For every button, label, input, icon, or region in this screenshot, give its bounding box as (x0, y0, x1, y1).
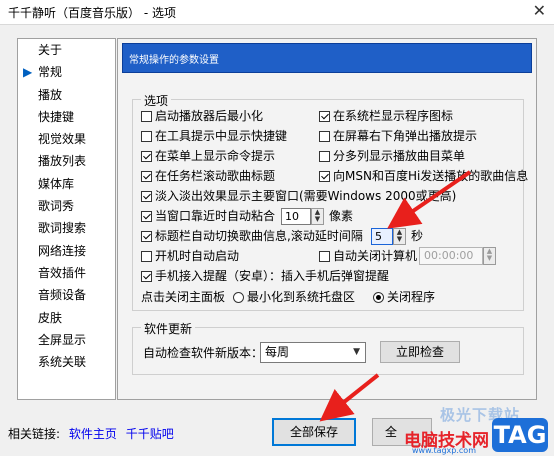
window-title: 千千静听（百度音乐版） - 选项 (8, 6, 176, 20)
checkbox-box[interactable] (319, 171, 330, 182)
related-links: 相关链接: 软件主页 千千贴吧 (8, 425, 174, 442)
sidebar-item-fullscreen[interactable]: 全屏显示 (18, 329, 115, 351)
chevron-down-icon: ▼ (353, 347, 360, 357)
radio-dot[interactable] (373, 292, 384, 303)
send-to-msn-checkbox[interactable]: 向MSN和百度Hi发送播放的歌曲信息 (319, 167, 528, 185)
taskbar-scroll-title-checkbox[interactable]: 在任务栏滚动歌曲标题 (141, 167, 275, 185)
scroll-interval-unit: 秒 (411, 229, 424, 243)
minimize-to-tray-radio[interactable]: 最小化到系统托盘区 (233, 288, 355, 306)
checkbox-box[interactable] (141, 171, 152, 182)
sidebar-item-audio-device[interactable]: 音频设备 (18, 284, 115, 306)
panel-header-title: 常规操作的参数设置 (129, 55, 219, 66)
checkbox-box[interactable] (141, 191, 152, 202)
title-scroll-checkbox[interactable]: 标题栏自动切换歌曲信息,滚动延时间隔 (141, 227, 363, 245)
software-home-link[interactable]: 软件主页 (69, 427, 117, 441)
checkbox-box[interactable] (141, 271, 152, 282)
checkbox-box[interactable] (319, 151, 330, 162)
forum-link[interactable]: 千千贴吧 (126, 427, 174, 441)
snap-distance-stepper[interactable]: ▲ ▼ (311, 208, 324, 225)
sidebar-item-visual-effects[interactable]: 视觉效果 (18, 128, 115, 150)
checkbox-box[interactable] (141, 151, 152, 162)
tooltip-hotkeys-checkbox[interactable]: 在工具提示中显示快捷键 (141, 127, 287, 145)
options-category-list: 关于 ▶ 常规 播放 快捷键 视觉效果 播放列表 媒体库 歌词秀 歌词搜索 网络连… (17, 38, 116, 400)
start-minimized-checkbox[interactable]: 启动播放器后最小化 (141, 107, 263, 125)
sidebar-item-skin[interactable]: 皮肤 (18, 307, 115, 329)
scroll-interval-input[interactable]: 5 (371, 228, 393, 245)
sidebar-item-lyrics-search[interactable]: 歌词搜索 (18, 217, 115, 239)
snap-windows-checkbox[interactable]: 当窗口靠近时自动粘合 (141, 207, 275, 225)
options-group: 选项 启动播放器后最小化 在系统栏显示程序图标 在工具提示中显示快捷键 在屏幕右… (132, 92, 528, 311)
checkbox-box[interactable] (141, 211, 152, 222)
auto-check-label: 自动检查软件新版本： (143, 346, 264, 360)
selected-arrow-icon: ▶ (23, 65, 33, 80)
sidebar-item-file-association[interactable]: 系统关联 (18, 351, 115, 373)
close-icon[interactable]: ✕ (533, 1, 546, 20)
window-titlebar: 千千静听（百度音乐版） - 选项 ✕ (0, 0, 554, 25)
update-frequency-select[interactable]: 每周 ▼ (260, 342, 366, 363)
sidebar-item-general[interactable]: ▶ 常规 (18, 61, 115, 83)
snap-distance-input[interactable]: 10 (281, 208, 311, 225)
exit-program-radio[interactable]: 关闭程序 (373, 288, 435, 306)
related-links-label: 相关链接: (8, 427, 61, 441)
checkbox-box[interactable] (141, 111, 152, 122)
tray-icon-checkbox[interactable]: 在系统栏显示程序图标 (319, 107, 453, 125)
checkbox-box[interactable] (319, 111, 330, 122)
bottom-right-popup-checkbox[interactable]: 在屏幕右下角弹出播放提示 (319, 127, 477, 145)
shutdown-time-stepper[interactable]: ▲ ▼ (483, 247, 496, 265)
auto-shutdown-checkbox[interactable]: 自动关闭计算机 (319, 247, 417, 265)
save-all-button[interactable]: 全部保存 (272, 418, 356, 446)
scroll-interval-stepper[interactable]: ▲ ▼ (393, 228, 406, 245)
general-settings-panel: 常规操作的参数设置 选项 启动播放器后最小化 在系统栏显示程序图标 在工具提示中… (117, 38, 537, 400)
split-song-menu-checkbox[interactable]: 分多列显示播放曲目菜单 (319, 147, 465, 165)
check-now-button[interactable]: 立即检查 (380, 341, 460, 363)
sidebar-item-lyrics-show[interactable]: 歌词秀 (18, 195, 115, 217)
menu-command-tips-checkbox[interactable]: 在菜单上显示命令提示 (141, 147, 275, 165)
sidebar-item-network[interactable]: 网络连接 (18, 240, 115, 262)
phone-popup-checkbox[interactable]: 手机接入提醒（安卓）：插入手机后弹窗提醒 (141, 267, 389, 285)
checkbox-box[interactable] (141, 251, 152, 262)
sidebar-item-playback[interactable]: 播放 (18, 84, 115, 106)
checkbox-box[interactable] (319, 251, 330, 262)
sidebar-item-sound-plugins[interactable]: 音效插件 (18, 262, 115, 284)
sidebar-item-hotkeys[interactable]: 快捷键 (18, 106, 115, 128)
fade-window-checkbox[interactable]: 淡入淡出效果显示主要窗口(需要Windows 2000或更高) (141, 187, 456, 205)
checkbox-box[interactable] (141, 231, 152, 242)
watermark-tag-logo: TAG (492, 418, 548, 452)
sidebar-item-media-library[interactable]: 媒体库 (18, 173, 115, 195)
sidebar-item-playlist[interactable]: 播放列表 (18, 150, 115, 172)
sidebar-item-about[interactable]: 关于 (18, 39, 115, 61)
autostart-checkbox[interactable]: 开机时自动启动 (141, 247, 239, 265)
snap-distance-unit: 像素 (329, 209, 354, 223)
shutdown-time-input[interactable]: 00:00:00 (419, 247, 483, 265)
software-update-legend: 软件更新 (141, 320, 196, 337)
panel-header-banner: 常规操作的参数设置 (122, 43, 532, 73)
close-behavior-label: 点击关闭主面板 (141, 290, 226, 304)
watermark-url: www.tagxp.com (412, 446, 476, 455)
software-update-group: 软件更新 自动检查软件新版本： 每周 ▼ 立即检查 (132, 320, 524, 375)
checkbox-box[interactable] (319, 131, 330, 142)
radio-dot[interactable] (233, 292, 244, 303)
checkbox-box[interactable] (141, 131, 152, 142)
